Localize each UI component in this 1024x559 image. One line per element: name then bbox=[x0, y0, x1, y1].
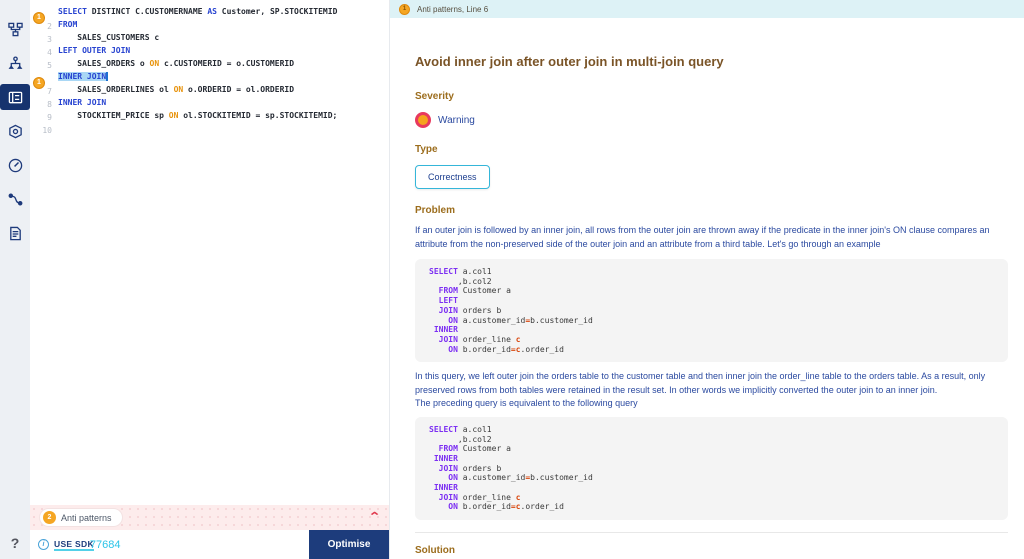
code-line: JOIN orders b bbox=[429, 464, 994, 474]
performance-gauge-icon bbox=[8, 158, 23, 173]
optimise-button[interactable]: Optimise bbox=[309, 530, 389, 559]
code-line: ,b.col2 bbox=[429, 435, 994, 445]
query-id: 77684 bbox=[90, 539, 121, 551]
use-sdk-link[interactable]: USE SDK bbox=[54, 539, 94, 551]
code-line: ON a.customer_id=b.customer_id bbox=[429, 316, 994, 326]
code-line: ON b.order_id=c.order_id bbox=[429, 345, 994, 355]
sidebar-item-package[interactable] bbox=[0, 118, 30, 144]
plan-tree-icon bbox=[8, 56, 23, 71]
code-line: ,b.col2 bbox=[429, 277, 994, 287]
severity-value: Warning bbox=[438, 115, 475, 126]
sidebar-item-schema[interactable] bbox=[0, 16, 30, 42]
antipattern-pill-label: Anti patterns bbox=[61, 513, 112, 523]
code-text-highlighted[interactable]: INNER JOIN bbox=[58, 72, 108, 81]
code-line: ON a.customer_id=b.customer_id bbox=[429, 473, 994, 483]
sidebar-item-report[interactable] bbox=[0, 220, 30, 246]
editor-line-3[interactable]: 3 SALES_CUSTOMERS c bbox=[30, 31, 389, 44]
line-number: 5 bbox=[47, 61, 52, 70]
code-text[interactable]: SALES_CUSTOMERS c bbox=[58, 33, 159, 42]
sidebar-item-performance[interactable] bbox=[0, 152, 30, 178]
code-line: INNER bbox=[429, 325, 994, 335]
type-tag-correctness: Correctness bbox=[415, 165, 490, 189]
solution-heading: Solution bbox=[415, 545, 1008, 556]
sidebar-item-plan[interactable] bbox=[0, 50, 30, 76]
code-text[interactable]: SALES_ORDERS o ON c.CUSTOMERID = o.CUSTO… bbox=[58, 59, 294, 68]
editor-line-10[interactable]: 10 bbox=[30, 122, 389, 135]
code-line: FROM Customer a bbox=[429, 286, 994, 296]
detail-header-bar[interactable]: 1 Anti patterns, Line 6 bbox=[390, 0, 1024, 18]
code-line: LEFT bbox=[429, 296, 994, 306]
editor-line-1[interactable]: 1 SELECT DISTINCT C.CUSTOMERNAME AS Cust… bbox=[30, 5, 389, 18]
problem-heading: Problem bbox=[415, 205, 1008, 216]
editor-line-5[interactable]: 5 SALES_ORDERS o ON c.CUSTOMERID = o.CUS… bbox=[30, 57, 389, 70]
editor-line-8[interactable]: 8 INNER JOIN bbox=[30, 96, 389, 109]
severity-value-row: Warning bbox=[415, 112, 1008, 128]
package-shield-icon bbox=[8, 124, 23, 139]
detail-header-label: Anti patterns, Line 6 bbox=[417, 5, 488, 14]
code-line: FROM Customer a bbox=[429, 444, 994, 454]
antipattern-detail-pane: 1 Anti patterns, Line 6 Avoid inner join… bbox=[389, 0, 1024, 559]
line-number: 10 bbox=[42, 126, 52, 135]
antipattern-summary-bar: 2 Anti patterns ⌃ bbox=[30, 505, 389, 530]
equivalence-text: The preceding query is equivalent to the… bbox=[415, 397, 1008, 411]
flow-route-icon bbox=[8, 192, 23, 207]
sql-editor[interactable]: 1 SELECT DISTINCT C.CUSTOMERNAME AS Cust… bbox=[30, 0, 389, 505]
info-icon: i bbox=[38, 539, 49, 550]
editor-line-2[interactable]: 2 FROM bbox=[30, 18, 389, 31]
editor-line-7[interactable]: 7 SALES_ORDERLINES ol ON o.ORDERID = ol.… bbox=[30, 83, 389, 96]
detail-body: Avoid inner join after outer join in mul… bbox=[390, 18, 1024, 559]
code-text[interactable]: SELECT DISTINCT C.CUSTOMERNAME AS Custom… bbox=[58, 7, 337, 16]
antipattern-header-badge: 1 bbox=[399, 4, 410, 15]
editor-line-6[interactable]: 1 INNER JOIN bbox=[30, 70, 389, 83]
code-example-before: SELECT a.col1 ,b.col2 FROM Customer a LE… bbox=[415, 259, 1008, 362]
code-text[interactable]: INNER JOIN bbox=[58, 98, 106, 107]
icon-sidebar: ? bbox=[0, 0, 30, 559]
code-text[interactable]: LEFT OUTER JOIN bbox=[58, 46, 130, 55]
code-example-after: SELECT a.col1 ,b.col2 FROM Customer a IN… bbox=[415, 417, 1008, 520]
editor-footer: i USE SDK 77684 Optimise bbox=[30, 530, 389, 559]
type-heading: Type bbox=[415, 144, 1008, 155]
code-line: SELECT a.col1 bbox=[429, 425, 994, 435]
warning-icon bbox=[415, 112, 431, 128]
code-line: INNER bbox=[429, 483, 994, 493]
explanation-text: In this query, we left outer join the or… bbox=[415, 370, 1008, 397]
antipattern-title: Avoid inner join after outer join in mul… bbox=[415, 54, 1008, 69]
sql-editor-pane: 1 SELECT DISTINCT C.CUSTOMERNAME AS Cust… bbox=[30, 0, 389, 559]
code-line: JOIN order_line c bbox=[429, 335, 994, 345]
anti-patterns-panel-icon bbox=[8, 90, 23, 105]
report-document-icon bbox=[8, 226, 23, 241]
code-line: SELECT a.col1 bbox=[429, 267, 994, 277]
schema-icon bbox=[8, 22, 23, 37]
antipattern-pill[interactable]: 2 Anti patterns bbox=[40, 509, 122, 526]
code-line: ON b.order_id=c.order_id bbox=[429, 502, 994, 512]
severity-heading: Severity bbox=[415, 91, 1008, 102]
code-line: INNER bbox=[429, 454, 994, 464]
chevron-up-icon[interactable]: ⌃ bbox=[368, 512, 381, 523]
sidebar-item-flow[interactable] bbox=[0, 186, 30, 212]
section-divider bbox=[415, 532, 1008, 533]
help-button[interactable]: ? bbox=[11, 535, 20, 551]
problem-text: If an outer join is followed by an inner… bbox=[415, 224, 1008, 251]
antipattern-count-badge: 2 bbox=[43, 511, 56, 524]
code-text[interactable]: SALES_ORDERLINES ol ON o.ORDERID = ol.OR… bbox=[58, 85, 294, 94]
code-text[interactable]: STOCKITEM_PRICE sp ON ol.STOCKITEMID = s… bbox=[58, 111, 337, 120]
line-gutter: 5 bbox=[30, 55, 58, 73]
app-window: ? 1 SELECT DISTINCT C.CUSTOMERNAME AS Cu… bbox=[0, 0, 1024, 559]
code-line: JOIN order_line c bbox=[429, 493, 994, 503]
sidebar-item-anti-patterns[interactable] bbox=[0, 84, 30, 110]
line-gutter: 10 bbox=[30, 120, 58, 138]
editor-line-9[interactable]: 9 STOCKITEM_PRICE sp ON ol.STOCKITEMID =… bbox=[30, 109, 389, 122]
code-line: JOIN orders b bbox=[429, 306, 994, 316]
code-text[interactable]: FROM bbox=[58, 20, 77, 29]
editor-line-4[interactable]: 4 LEFT OUTER JOIN bbox=[30, 44, 389, 57]
